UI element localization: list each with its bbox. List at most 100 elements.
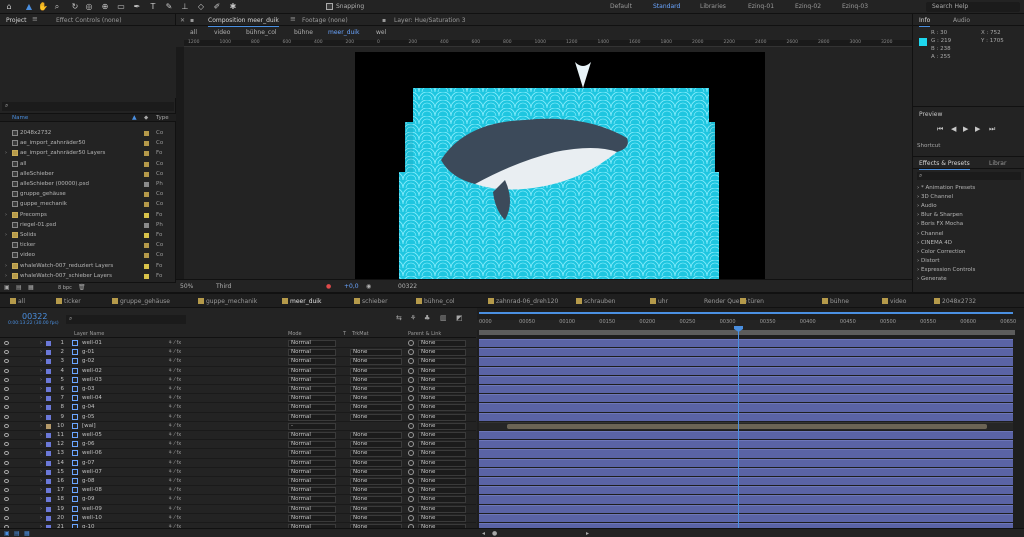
layer-row[interactable]: › 1 well-01 ⚘ ⁄ fx Normal None (0, 339, 476, 349)
layer-row[interactable]: › 4 well-02 ⚘ ⁄ fx Normal None None (0, 367, 476, 376)
eye-icon[interactable] (4, 387, 9, 391)
last-frame-icon[interactable]: ⏭ (989, 125, 995, 134)
timeline-tracks[interactable]: 0000 00050 00100 00150 00200 00250 00300 00350 0… (477, 308, 1024, 537)
layer-switches-icon[interactable]: ⚘ ⁄ fx (168, 469, 181, 475)
parent-dropdown[interactable]: None (418, 468, 466, 476)
expand-chevron-icon[interactable]: › (40, 349, 42, 355)
label-color-swatch[interactable] (144, 233, 149, 238)
header-t[interactable]: T (343, 331, 346, 337)
tab-layer[interactable]: Layer: Hue/Saturation 3 (394, 17, 466, 24)
layer-row[interactable]: › 13 well-06 ⚘ ⁄ fx Normal None None (0, 449, 476, 459)
layer-duration-bar[interactable] (479, 449, 1013, 458)
timeline-tab[interactable]: türen (748, 298, 764, 305)
layer-duration-bar[interactable] (479, 348, 1013, 357)
layer-name[interactable]: well-01 (82, 340, 102, 346)
layer-row[interactable]: › 19 well-09 ⚘ ⁄ fx Normal None None (0, 505, 476, 514)
lock-icon[interactable]: ▪ (190, 17, 194, 24)
layer-duration-bar[interactable] (479, 504, 1013, 513)
expand-chevron-icon[interactable]: › (5, 148, 7, 158)
comp-mini-flowchart-icon[interactable]: ⇆ (396, 314, 402, 322)
zoom-out-icon[interactable]: ◂ (482, 530, 485, 537)
mode-dropdown[interactable]: Normal (288, 487, 336, 495)
layer-name[interactable]: well-08 (82, 487, 102, 493)
mode-dropdown[interactable]: Normal (288, 395, 336, 403)
roto-brush-icon[interactable]: ✐ (212, 2, 222, 12)
label-color-swatch[interactable] (144, 141, 149, 147)
trkmat-dropdown[interactable]: None (350, 386, 402, 393)
eye-icon[interactable] (4, 460, 9, 465)
composition-canvas[interactable] (355, 52, 765, 279)
mode-dropdown[interactable]: Normal (288, 505, 336, 513)
eye-icon[interactable] (4, 488, 9, 493)
trkmat-dropdown[interactable]: None (350, 441, 402, 449)
trkmat-dropdown[interactable]: None (350, 358, 402, 366)
timeline-timecode[interactable]: 00322 (22, 312, 47, 321)
header-layer-name[interactable]: Layer Name (74, 331, 104, 337)
camera-tool-icon[interactable]: ◎ (84, 2, 94, 12)
parent-dropdown[interactable]: None (418, 422, 466, 430)
header-mode[interactable]: Mode (288, 331, 302, 337)
type-tool-icon[interactable]: T (148, 2, 158, 12)
trash-icon[interactable]: 🗑 (78, 284, 86, 291)
pick-whip-icon[interactable] (408, 395, 414, 402)
layer-row[interactable]: › 17 well-08 ⚘ ⁄ fx Normal None None (0, 486, 476, 496)
selection-tool-icon[interactable]: ▲ (24, 2, 34, 12)
project-item[interactable]: guppe_mechanik Co (0, 199, 176, 209)
column-type[interactable]: Type (156, 115, 169, 121)
label-color-swatch[interactable] (144, 131, 149, 136)
layer-label-color[interactable] (46, 479, 51, 484)
eye-icon[interactable] (4, 414, 9, 419)
layer-duration-bar[interactable] (479, 385, 1013, 394)
layer-label-color[interactable] (46, 469, 51, 475)
label-color-swatch[interactable] (144, 263, 149, 269)
eye-icon[interactable] (4, 442, 9, 447)
label-color-swatch[interactable] (144, 171, 149, 177)
layer-name[interactable]: g-08 (82, 478, 94, 484)
timeline-tab[interactable]: zahnrad-06_dreh120 (496, 298, 558, 305)
mode-dropdown[interactable]: Normal (288, 441, 336, 449)
layer-label-color[interactable] (46, 460, 51, 466)
mode-dropdown[interactable]: Normal (288, 349, 336, 357)
expand-chevron-icon[interactable]: › (40, 515, 42, 521)
timeline-tab[interactable]: meer_duik (290, 298, 321, 305)
layer-duration-bar[interactable] (479, 495, 1013, 504)
timeline-tab[interactable]: schieber (362, 298, 388, 305)
parent-dropdown[interactable]: None (418, 496, 466, 504)
pick-whip-icon[interactable] (408, 349, 414, 356)
expand-chevron-icon[interactable]: › (5, 230, 7, 240)
layer-name[interactable]: well-10 (82, 515, 102, 521)
pick-whip-icon[interactable] (408, 413, 414, 420)
project-item[interactable]: all Co (0, 159, 176, 169)
effects-category[interactable]: › Color Correction (917, 249, 966, 255)
pick-whip-icon[interactable] (408, 514, 414, 521)
tab-composition[interactable]: Composition meer_duik (208, 17, 279, 27)
layer-name[interactable]: g-04 (82, 404, 94, 410)
pick-whip-icon[interactable] (408, 340, 414, 346)
layer-row[interactable]: › 8 g-04 ⚘ ⁄ fx Normal None None (0, 403, 476, 413)
project-search-input[interactable]: ⌕ (2, 102, 174, 111)
layer-label-color[interactable] (46, 405, 51, 411)
layer-name[interactable]: g-09 (82, 496, 94, 502)
layer-switches-icon[interactable]: ⚘ ⁄ fx (168, 478, 181, 484)
eye-icon[interactable] (4, 405, 9, 410)
effects-category[interactable]: › Channel (917, 231, 944, 237)
expand-chevron-icon[interactable]: › (40, 340, 42, 346)
layer-row[interactable]: › 20 well-10 ⚘ ⁄ fx Normal None None (0, 514, 476, 523)
hand-tool-icon[interactable]: ✋ (38, 2, 48, 12)
tab-info[interactable]: Info (919, 17, 931, 27)
layer-label-color[interactable] (46, 423, 51, 429)
effects-category[interactable]: › Blur & Sharpen (917, 212, 963, 218)
pick-whip-icon[interactable] (408, 459, 414, 466)
expand-chevron-icon[interactable]: › (40, 358, 42, 364)
layer-duration-bar[interactable] (479, 477, 1013, 486)
layer-switches-icon[interactable]: ⚘ ⁄ fx (168, 340, 181, 346)
close-icon[interactable]: ✕ (180, 17, 185, 24)
layer-switches-icon[interactable]: ⚘ ⁄ fx (168, 404, 181, 410)
layer-duration-bar[interactable] (479, 394, 1013, 403)
parent-dropdown[interactable]: None (418, 386, 466, 393)
layer-duration-bar[interactable] (479, 421, 1013, 430)
expand-chevron-icon[interactable]: › (40, 404, 42, 410)
zoom-tool-icon[interactable]: ⌕ (52, 2, 62, 12)
layer-duration-bar[interactable] (479, 431, 1013, 440)
workspace-standard[interactable]: Standard (653, 3, 680, 10)
